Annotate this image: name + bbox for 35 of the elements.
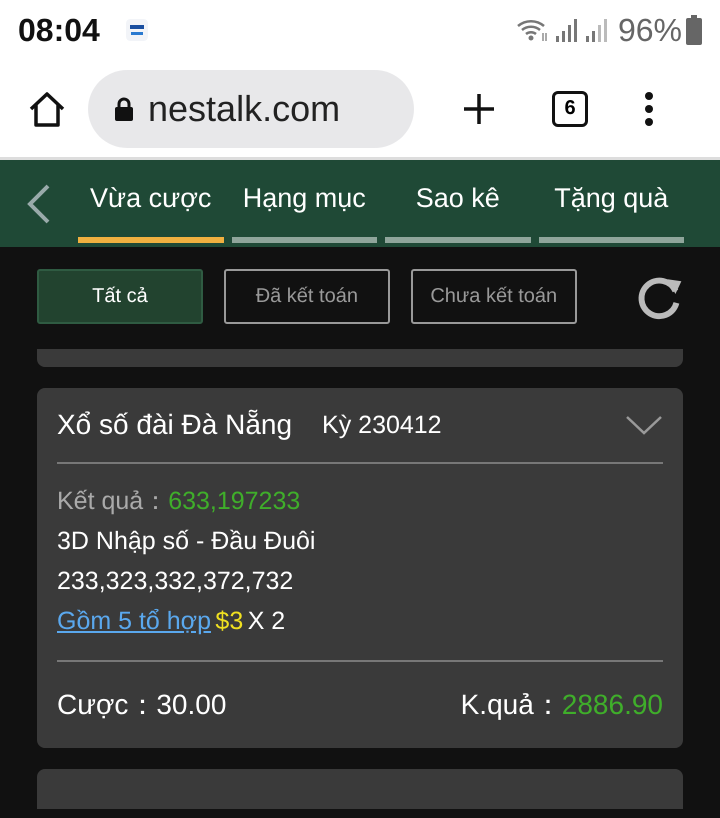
filter-button[interactable]: Tất cả [37,269,203,324]
menu-icon[interactable] [644,90,654,126]
app-notification-icon [126,19,148,41]
filter-button[interactable]: Đã kết toán [224,269,390,324]
nav-tab[interactable]: Vừa cược [78,160,224,243]
wifi-icon [516,17,550,43]
status-time: 08:04 [18,12,100,48]
chevron-down-icon[interactable] [625,415,663,435]
stake-label: Cược： [57,688,156,722]
bet-numbers: 233,323,332,372,732 [57,567,294,595]
result-value: 633,197233 [168,487,300,515]
multiplier: X 2 [248,607,286,635]
lock-icon [114,96,134,120]
result-label: Kết quả： [57,487,168,515]
nav-tab[interactable]: Hạng mục [232,160,377,243]
combinations-link[interactable]: Gồm 5 tổ hợp [57,607,211,635]
bet-type: 3D Nhập số - Đầu Đuôi [57,527,316,555]
payout-value: 2886.90 [562,689,663,721]
home-icon[interactable] [28,90,66,126]
battery-icon [686,15,702,45]
signal-icon [586,18,610,42]
filter-button[interactable]: Chưa kết toán [410,269,577,324]
card-title: Xổ số đài Đà Nẵng [57,409,292,441]
stake-value: 30.00 [156,689,226,721]
address-bar[interactable]: nestalk.com [88,70,414,148]
signal-icon [556,18,580,42]
tab-count-button[interactable]: 6 [552,90,588,126]
back-icon[interactable] [27,184,51,224]
bet-amount: $3 [215,607,244,635]
payout-label: K.quả： [460,688,562,722]
nav-tab[interactable]: Sao kê [385,160,530,243]
nav-tab[interactable]: Tặng quà [538,160,684,243]
new-tab-icon[interactable] [462,92,496,126]
battery-percentage: 96% [618,12,682,48]
draw-period: Kỳ 230412 [322,410,442,440]
